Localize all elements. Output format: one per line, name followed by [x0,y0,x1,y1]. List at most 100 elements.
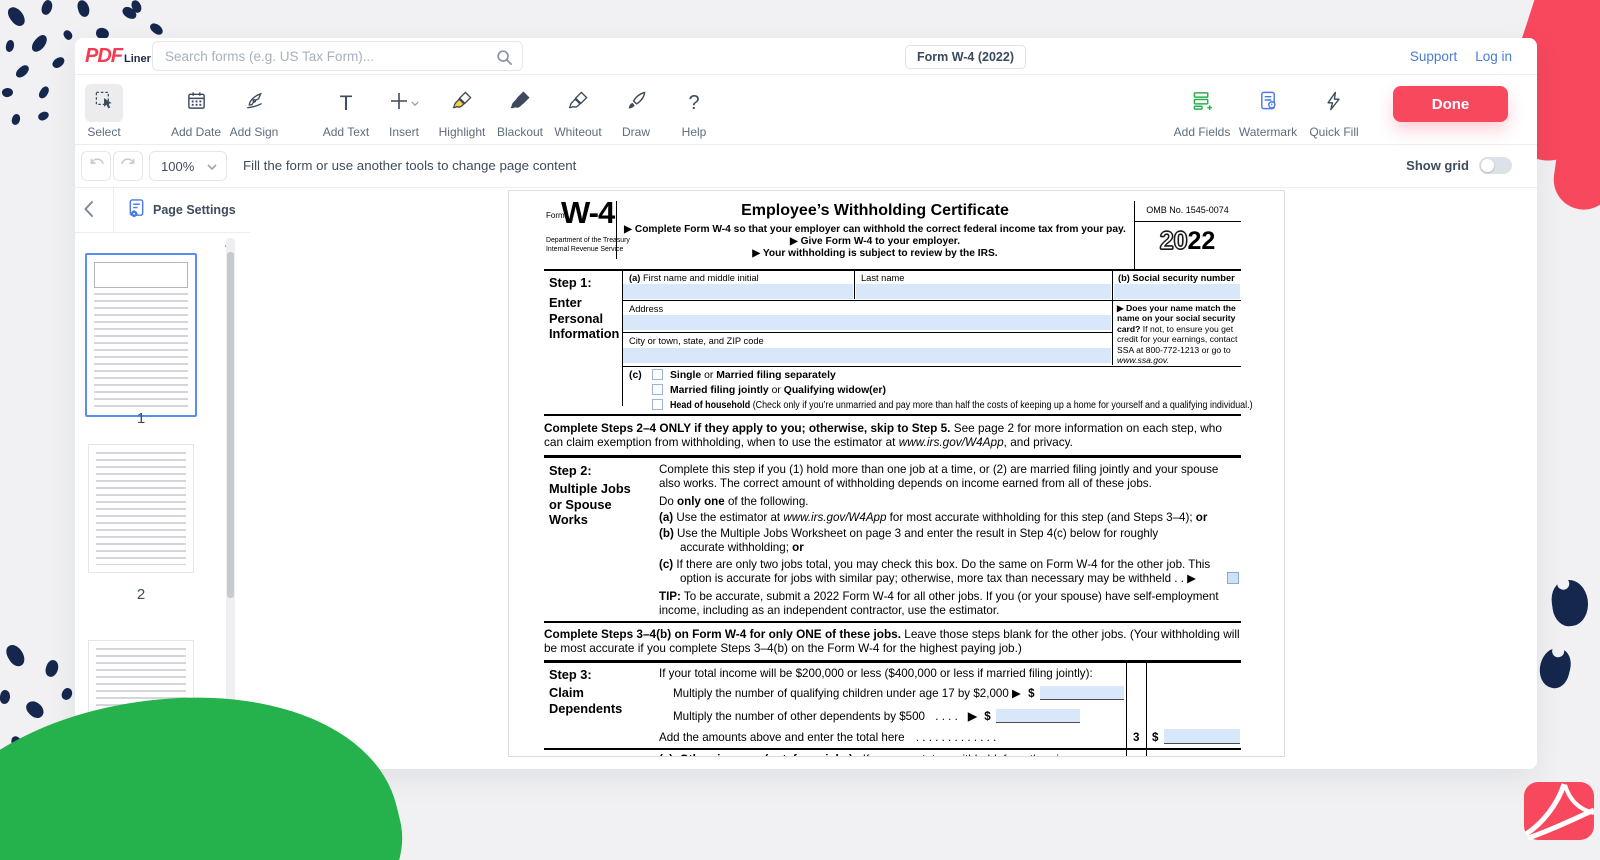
decor-navy-blob-2 [1536,645,1575,691]
ssn-label: (b) Social security number [1118,273,1235,283]
zoom-value: 100% [161,159,194,174]
step3-total-field[interactable] [1164,729,1240,744]
page-settings-icon [127,198,146,222]
chevron-down-icon [411,94,419,112]
highlight-icon [452,90,473,116]
zoom-select[interactable]: 100% [149,151,227,181]
two-jobs-checkbox[interactable] [1227,572,1239,584]
blackout-button[interactable]: Blackout [491,84,549,139]
pdfliner-logo[interactable]: PDF Liner [85,45,151,68]
pdfliner-corner-logo[interactable] [1524,782,1594,840]
undo-icon [88,156,105,176]
form-bullets: ▶ Complete Form W-4 so that your employe… [616,224,1134,259]
login-link[interactable]: Log in [1475,49,1512,64]
form-title: Employee’s Withholding Certificate [616,202,1134,220]
ssn-field[interactable] [1114,284,1240,299]
step2-title: Multiple Jobs or Spouse Works [549,481,641,528]
step1-title: Enter Personal Information [549,295,619,342]
ssa-note: ▶ Does your name match the name on your … [1117,303,1240,365]
filing-status-head-household-checkbox[interactable] [652,399,663,410]
workspace: Page Settings 1 2 ▲ ▼ Form W-4 Departmen… [75,188,1537,769]
page-settings-label: Page Settings [153,203,236,217]
whiteout-label: Whiteout [554,125,601,139]
add-fields-icon [1192,90,1213,116]
select-label: Select [87,125,120,139]
last-name-field[interactable] [856,284,1111,299]
quick-fill-button[interactable]: Quick Fill [1301,84,1367,139]
add-fields-label: Add Fields [1174,125,1231,139]
pdf-page[interactable]: Form W-4 Department of the TreasuryInter… [508,190,1285,757]
first-name-field[interactable] [623,284,853,299]
form-number: W-4 [561,195,614,231]
first-name-label: (a) First name and middle initial [629,273,759,283]
search-input[interactable] [153,42,522,70]
filing-status-married-jointly-checkbox[interactable] [652,384,663,395]
show-grid-toggle[interactable] [1479,157,1512,174]
select-button[interactable]: Select [75,84,133,139]
page-thumbnail-2[interactable] [88,444,194,573]
signature-icon [244,90,265,116]
undo-button[interactable] [81,151,111,181]
step4-item-a: (a) Other income (not from jobs). If you… [659,753,1119,757]
watermark-label: Watermark [1239,125,1297,139]
insert-icon [390,92,408,115]
help-icon: ? [688,93,699,113]
quick-fill-icon [1324,91,1344,116]
toolbar: Select Add Date Add Sign T Add Text [75,75,1537,145]
insert-button[interactable]: Insert [375,84,433,139]
step2-label: Step 2: [549,463,592,479]
add-date-button[interactable]: Add Date [167,84,225,139]
page-number-1: 1 [85,410,197,427]
filing-status-single-checkbox[interactable] [652,369,663,380]
screen: PDF Liner Form W-4 (2022) Support Log in [0,0,1600,860]
children-amount-field[interactable] [1040,686,1124,700]
form-omb: OMB No. 1545-0074 [1134,205,1241,215]
page-thumbnail-1[interactable] [85,253,197,417]
filing-status-single-label: Single or Married filing separately [670,370,836,381]
step1-label: Step 1: [549,275,592,291]
search-icon[interactable] [496,49,513,71]
add-sign-label: Add Sign [230,125,279,139]
step3-intro: If your total income will be $200,000 or… [659,667,1129,681]
city-label: City or town, state, and ZIP code [629,336,764,346]
redo-icon [120,156,137,176]
help-button[interactable]: ? Help [665,84,723,139]
add-text-button[interactable]: T Add Text [317,84,375,139]
done-button[interactable]: Done [1393,86,1508,122]
watermark-button[interactable]: Watermark [1235,84,1301,139]
support-link[interactable]: Support [1410,49,1457,64]
document-title-badge: Form W-4 (2022) [905,45,1026,69]
text-icon: T [340,93,353,114]
decor-navy-blob-1 [1549,578,1591,629]
add-fields-button[interactable]: Add Fields [1169,84,1235,139]
sidebar-scrollbar[interactable] [226,238,235,752]
other-dependents-amount-field[interactable] [996,709,1080,723]
blackout-icon [510,90,531,116]
blackout-label: Blackout [497,125,543,139]
draw-button[interactable]: Draw [607,84,665,139]
step4-label: Step 4 [549,753,587,757]
address-field[interactable] [623,315,1111,330]
draw-label: Draw [622,125,650,139]
last-name-label: Last name [861,273,904,283]
step3-title: Claim Dependents [549,685,629,716]
scrollbar-thumb[interactable] [227,252,234,598]
step2-item-c: (c) If there are only two jobs total, yo… [659,558,1229,587]
quick-fill-label: Quick Fill [1309,125,1358,139]
sub-toolbar: 100% Fill the form or use another tools … [75,145,1537,188]
step3-row-number: 3 [1133,731,1139,745]
add-date-label: Add Date [171,125,221,139]
highlight-label: Highlight [439,125,486,139]
highlight-button[interactable]: Highlight [433,84,491,139]
step2-tip: TIP: To be accurate, submit a 2022 Form … [659,590,1237,619]
collapse-sidebar-icon[interactable] [83,200,94,223]
add-sign-button[interactable]: Add Sign [225,84,283,139]
whiteout-button[interactable]: Whiteout [549,84,607,139]
app-header: PDF Liner Form W-4 (2022) Support Log in [75,38,1537,75]
step2-intro: Complete this step if you (1) hold more … [659,463,1241,492]
city-field[interactable] [623,348,1111,363]
page-settings-button[interactable]: Page Settings [127,198,236,222]
app-window: PDF Liner Form W-4 (2022) Support Log in [75,38,1537,769]
redo-button[interactable] [113,151,143,181]
editor-hint-text: Fill the form or use another tools to ch… [243,158,576,173]
